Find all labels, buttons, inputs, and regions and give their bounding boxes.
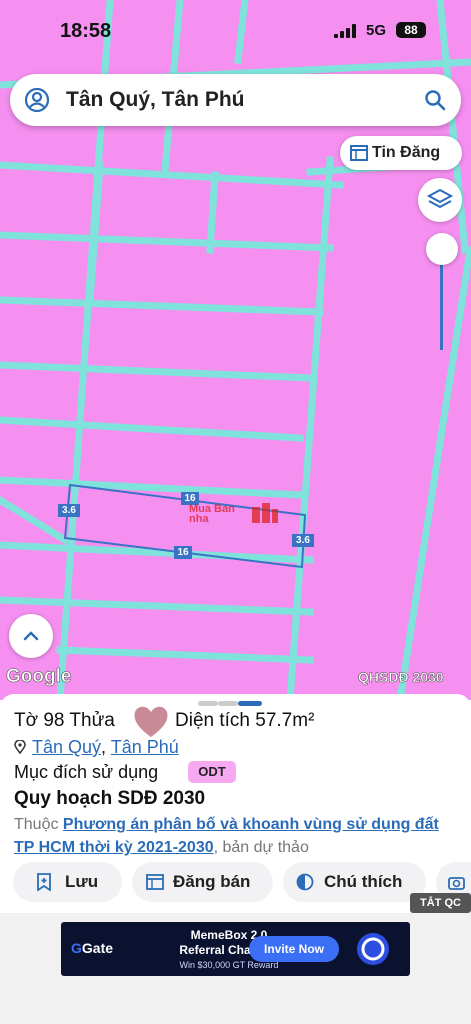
edge-label-right: 3.6 xyxy=(292,534,314,547)
location-separator: , xyxy=(101,737,107,757)
plan-description: Thuộc Phương án phân bố và khoanh vùng s… xyxy=(14,813,454,859)
close-ad-button[interactable]: TẮT QC xyxy=(410,893,471,913)
signal-icon xyxy=(334,24,358,38)
chevron-up-icon xyxy=(23,631,39,641)
battery-icon: 88 xyxy=(396,22,426,38)
land-use-badge: ODT xyxy=(188,761,236,783)
heart-sticker-icon xyxy=(134,706,168,737)
google-logo: Google xyxy=(6,666,72,688)
edge-label-bottom: 16 xyxy=(174,546,192,559)
plan-suffix: , bản dự thảo xyxy=(213,839,309,856)
district-link[interactable]: Tân Phú xyxy=(111,737,179,757)
search-bar[interactable]: Tân Quý, Tân Phú xyxy=(10,74,461,126)
post-sale-label: Đăng bán xyxy=(173,872,251,891)
expand-panel-button[interactable] xyxy=(9,614,53,658)
ad-cta-button[interactable]: Invite Now xyxy=(249,936,339,962)
plan-prefix: Thuộc xyxy=(14,816,59,833)
parcel-number: Tờ 98 Thửa xyxy=(14,710,115,731)
opacity-slider-handle[interactable] xyxy=(426,233,458,265)
parcel-area: Diện tích 57.7m² xyxy=(175,710,315,731)
plan-title: Quy hoạch SDĐ 2030 xyxy=(14,788,206,809)
land-use-label: Mục đích sử dụng xyxy=(14,762,159,782)
gate-logo-icon: G xyxy=(71,940,82,956)
search-icon[interactable] xyxy=(423,88,447,112)
add-photo-icon xyxy=(448,877,465,890)
save-label: Lưu xyxy=(65,872,99,891)
layers-button[interactable] xyxy=(418,178,462,222)
watermark-building-icon xyxy=(252,503,278,523)
bookmark-add-icon xyxy=(37,873,51,891)
legend-label: Chú thích xyxy=(324,872,403,891)
ad-brand-name: Gate xyxy=(81,940,114,956)
panel-drag-handle[interactable] xyxy=(198,701,276,707)
location-pin-icon xyxy=(14,739,26,755)
legend-button[interactable]: Chú thích xyxy=(283,862,426,902)
search-query[interactable]: Tân Quý, Tân Phú xyxy=(66,88,245,112)
listing-icon xyxy=(146,874,164,890)
ad-banner[interactable]: GGate MemeBox 2.0 Referral Challnge Win … xyxy=(61,922,410,976)
tin-dang-button[interactable]: Tin Đăng xyxy=(340,136,462,170)
edge-label-left: 3.6 xyxy=(58,504,80,517)
ad-coin-icon xyxy=(357,933,389,965)
status-time: 18:58 xyxy=(60,20,112,42)
watermark-text: Mua Ban nha xyxy=(189,503,235,525)
tin-dang-label: Tin Đăng xyxy=(372,144,441,161)
ad-brand: GGate xyxy=(71,940,113,956)
listing-icon xyxy=(350,145,368,161)
watermark-logo: Mua Ban nha xyxy=(186,500,282,526)
contrast-icon xyxy=(296,873,314,891)
post-sale-button[interactable]: Đăng bán xyxy=(132,862,273,902)
parcel-location: Tân Quý, Tân Phú xyxy=(14,737,179,758)
network-type: 5G xyxy=(366,22,387,39)
ward-link[interactable]: Tân Quý xyxy=(32,737,101,757)
layers-icon xyxy=(426,188,454,209)
status-bar: 18:58 5G 88 xyxy=(0,0,471,60)
map-layer-label: QHSDĐ 2030 xyxy=(358,669,444,686)
opacity-slider-track[interactable] xyxy=(440,250,443,350)
save-button[interactable]: Lưu xyxy=(13,862,122,902)
account-icon[interactable] xyxy=(24,87,50,113)
